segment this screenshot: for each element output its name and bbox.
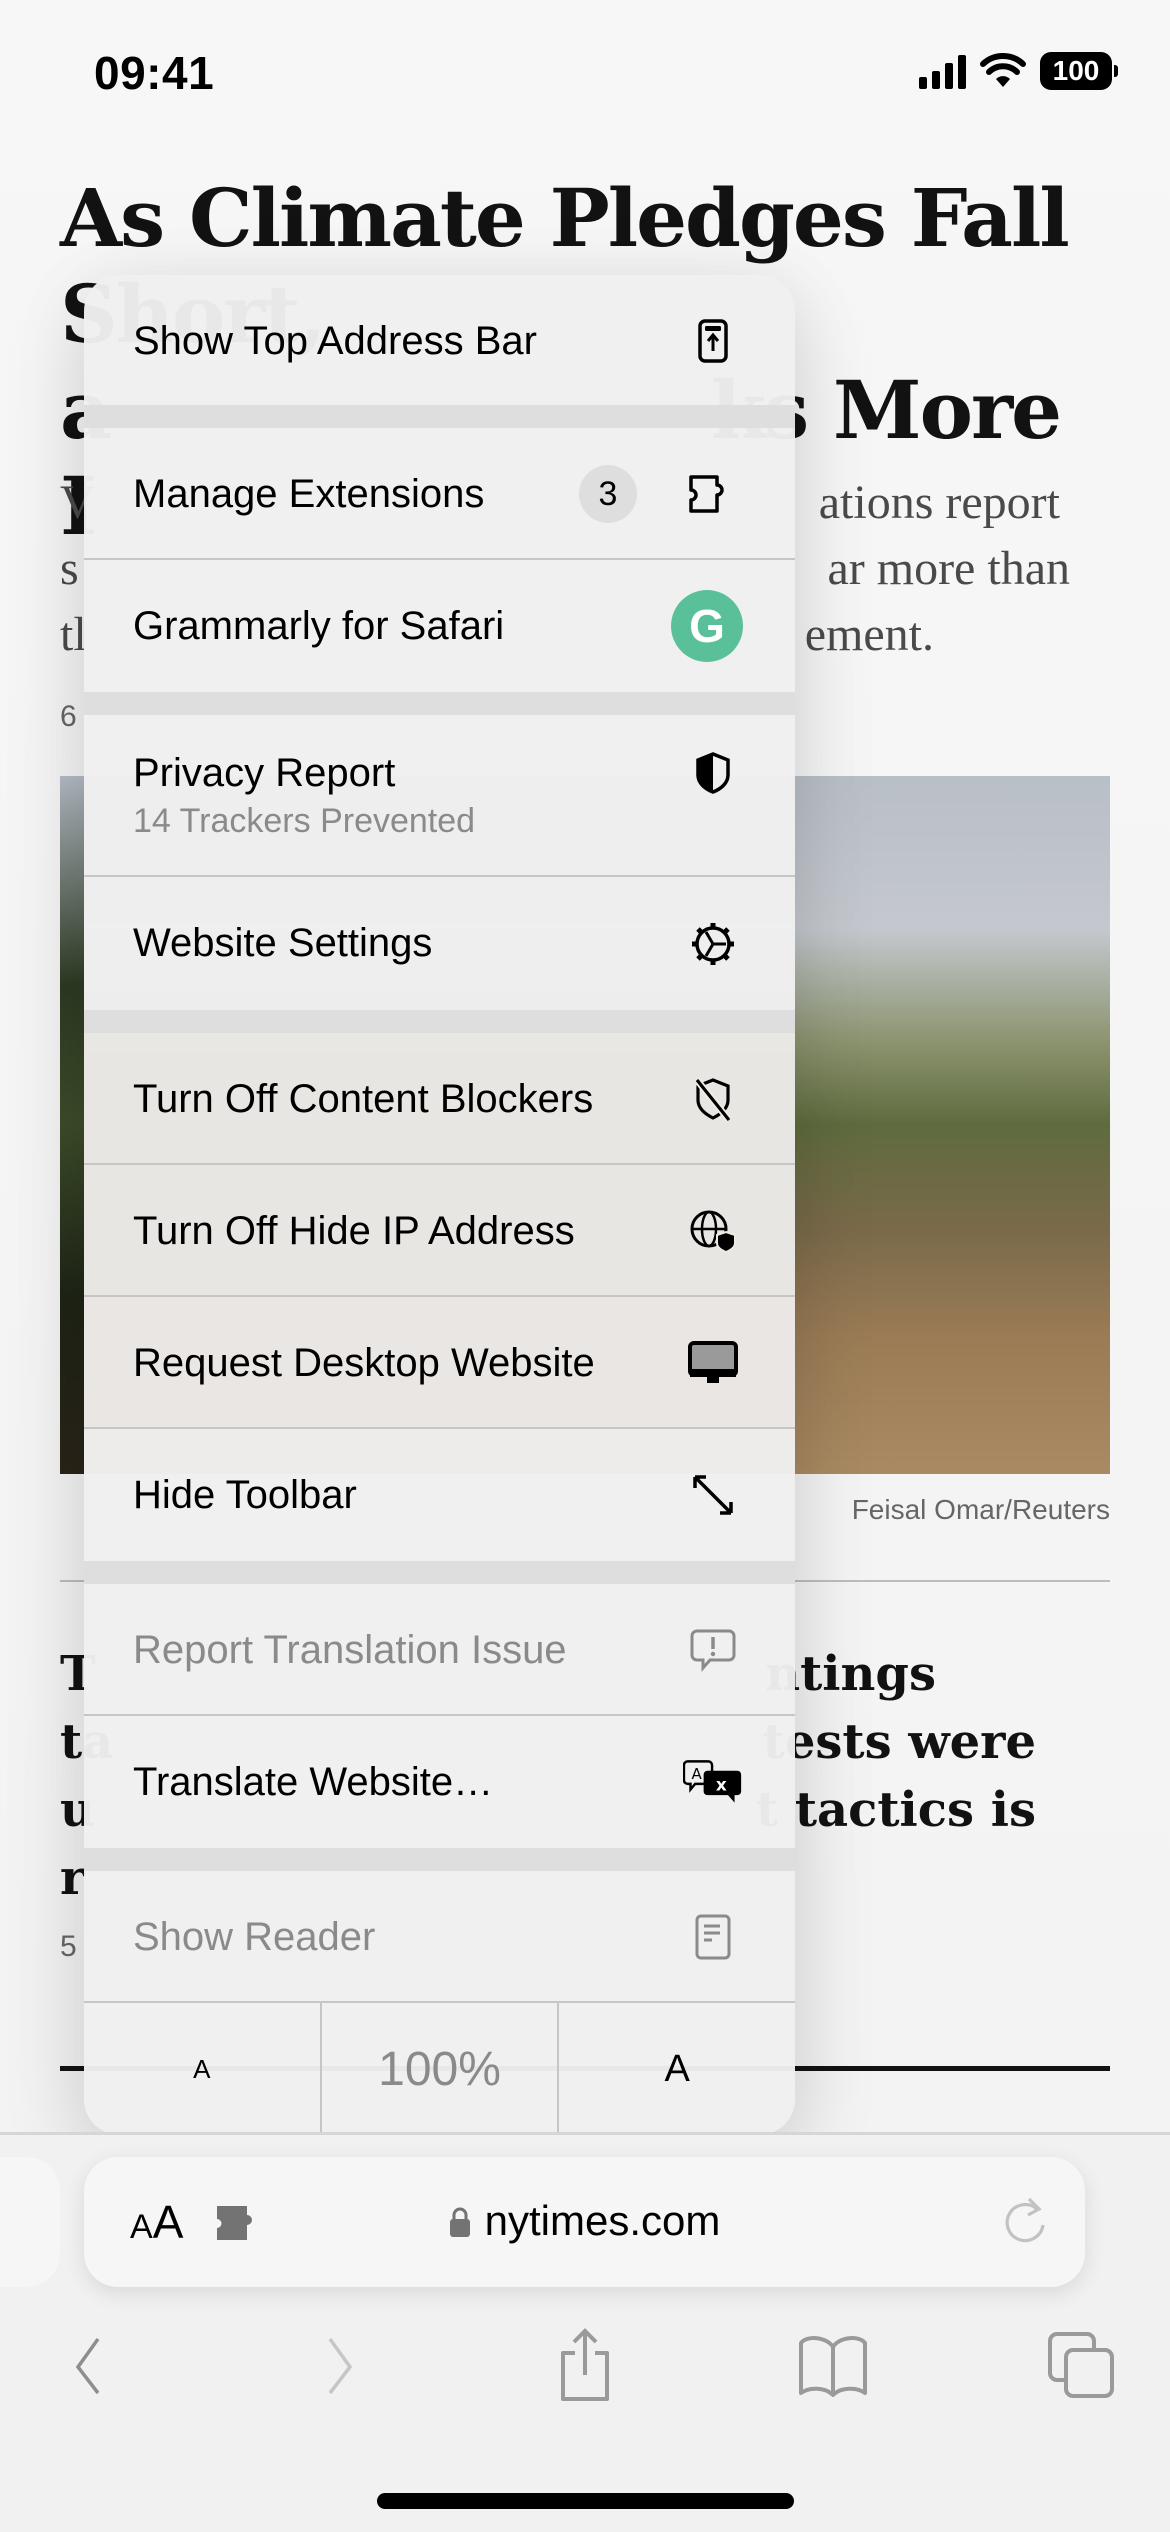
translate-icon: Ax bbox=[683, 1752, 743, 1812]
reader-icon bbox=[683, 1907, 743, 1967]
menu-item-label: Manage Extensions bbox=[133, 471, 485, 516]
forward-button[interactable] bbox=[296, 2320, 386, 2410]
share-button[interactable] bbox=[540, 2320, 630, 2410]
status-icons: 100 bbox=[919, 52, 1118, 90]
globe-shield-icon bbox=[683, 1201, 743, 1261]
status-time: 09:41 bbox=[94, 47, 215, 99]
section-separator bbox=[84, 692, 795, 715]
cellular-signal-icon bbox=[919, 53, 966, 89]
section-separator bbox=[84, 1010, 795, 1033]
back-button[interactable] bbox=[42, 2320, 132, 2410]
battery-icon: 100 bbox=[1040, 52, 1118, 90]
status-bar: 09:41 100 bbox=[0, 0, 1170, 140]
puzzle-piece-icon bbox=[683, 464, 743, 524]
menu-item-label: Grammarly for Safari bbox=[133, 603, 505, 648]
extensions-count-badge: 3 bbox=[579, 465, 637, 523]
bookmarks-button[interactable] bbox=[788, 2320, 878, 2410]
summary-fragment: ement. bbox=[804, 608, 934, 661]
previous-tab-peek[interactable] bbox=[0, 2157, 60, 2287]
summary-fragment: tl bbox=[60, 608, 87, 661]
lock-icon bbox=[449, 2200, 471, 2248]
menu-item-label-group: Privacy Report 14 Trackers Prevented bbox=[133, 751, 683, 841]
menu-item-label: Show Top Address Bar bbox=[133, 318, 537, 363]
menu-item-label: Website Settings bbox=[133, 921, 433, 965]
menu-item-label: Privacy Report bbox=[133, 751, 396, 795]
home-indicator[interactable] bbox=[377, 2493, 794, 2509]
desktop-icon bbox=[683, 1333, 743, 1393]
trackers-prevented-text: 14 Trackers Prevented bbox=[133, 802, 476, 840]
menu-item-label: Hide Toolbar bbox=[133, 1472, 357, 1517]
menu-item-show-top-address-bar[interactable]: Show Top Address Bar bbox=[84, 275, 795, 407]
section-separator bbox=[84, 1848, 795, 1871]
menu-item-manage-extensions[interactable]: Manage Extensions 3 bbox=[84, 428, 795, 560]
shield-half-icon bbox=[683, 743, 743, 803]
tabs-button[interactable] bbox=[1036, 2320, 1126, 2410]
address-bar[interactable]: AA nytimes.com bbox=[84, 2157, 1085, 2287]
menu-item-privacy-report[interactable]: Privacy Report 14 Trackers Prevented bbox=[84, 715, 795, 877]
book-icon bbox=[799, 2336, 867, 2397]
photo-credit: Feisal Omar/Reuters bbox=[851, 1494, 1110, 1525]
menu-item-label: Show Reader bbox=[133, 1914, 376, 1959]
menu-item-label: Turn Off Content Blockers bbox=[133, 1076, 594, 1121]
chevron-left-icon bbox=[75, 2337, 100, 2395]
tabs-icon bbox=[1048, 2332, 1114, 2398]
shield-slash-icon bbox=[683, 1069, 743, 1129]
menu-item-turn-off-hide-ip-address[interactable]: Turn Off Hide IP Address bbox=[84, 1165, 795, 1297]
svg-text:A: A bbox=[691, 1765, 702, 1783]
browser-toolbar bbox=[0, 2320, 1170, 2410]
read-time: 6 bbox=[60, 700, 77, 733]
menu-item-request-desktop-website[interactable]: Request Desktop Website bbox=[84, 1297, 795, 1429]
chevron-right-icon bbox=[328, 2337, 353, 2395]
decrease-font-button[interactable]: A bbox=[84, 2003, 320, 2135]
font-size-controls: A 100% A bbox=[84, 2003, 795, 2135]
top-address-bar-icon bbox=[683, 311, 743, 371]
reload-icon[interactable] bbox=[1001, 2195, 1049, 2256]
menu-item-show-reader[interactable]: Show Reader bbox=[84, 1871, 795, 2003]
menu-item-label: Request Desktop Website bbox=[133, 1340, 595, 1385]
menu-item-website-settings[interactable]: Website Settings bbox=[84, 877, 795, 1010]
menu-item-hide-toolbar[interactable]: Hide Toolbar bbox=[84, 1429, 795, 1561]
exclamation-bubble-icon bbox=[683, 1620, 743, 1680]
menu-item-translate-website[interactable]: Translate Website… Ax bbox=[84, 1716, 795, 1848]
url-text: nytimes.com bbox=[484, 2197, 721, 2244]
menu-item-turn-off-content-blockers[interactable]: Turn Off Content Blockers bbox=[84, 1033, 795, 1165]
summary-fragment: s bbox=[60, 542, 79, 595]
summary-fragment: ations report bbox=[818, 476, 1060, 529]
arrows-diagonal-icon bbox=[683, 1465, 743, 1525]
story-meta: 5 bbox=[60, 1930, 77, 1963]
story-fragment: t tactics is bbox=[755, 1782, 1036, 1838]
menu-item-label: Translate Website… bbox=[133, 1759, 494, 1804]
menu-item-label: Report Translation Issue bbox=[133, 1627, 567, 1672]
share-icon bbox=[561, 2328, 609, 2401]
menu-item-label: Turn Off Hide IP Address bbox=[133, 1208, 575, 1253]
menu-item-report-translation-issue[interactable]: Report Translation Issue bbox=[84, 1584, 795, 1716]
article-photo-edge bbox=[60, 776, 84, 1474]
svg-text:x: x bbox=[716, 1774, 727, 1794]
menu-item-grammarly[interactable]: Grammarly for Safari G bbox=[84, 560, 795, 692]
section-separator bbox=[84, 405, 795, 428]
wifi-icon bbox=[980, 53, 1026, 87]
increase-font-button[interactable]: A bbox=[559, 2003, 795, 2135]
story-fragment: tests were bbox=[762, 1714, 1036, 1770]
gear-icon bbox=[683, 914, 743, 974]
grammarly-icon: G bbox=[671, 590, 743, 662]
summary-fragment: ar more than bbox=[827, 542, 1070, 595]
section-separator bbox=[84, 1561, 795, 1584]
zoom-level[interactable]: 100% bbox=[319, 2003, 560, 2135]
page-menu: Show Top Address Bar Manage Extensions 3… bbox=[84, 275, 795, 2135]
url-display[interactable]: nytimes.com bbox=[84, 2197, 1085, 2248]
